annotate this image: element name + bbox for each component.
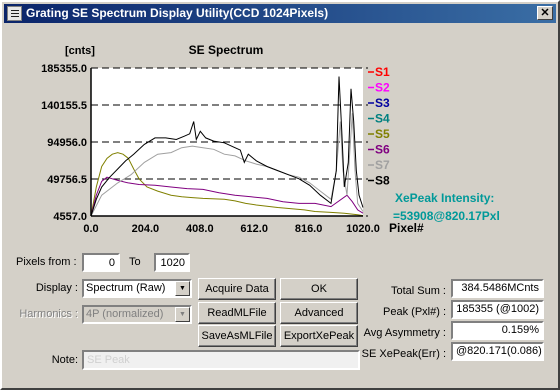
pixels-from-label: Pixels from :	[16, 256, 77, 268]
pixels-to-input[interactable]	[154, 253, 190, 272]
harmonics-select-value: 4P (normalized)	[86, 308, 164, 320]
app-icon[interactable]	[7, 6, 22, 21]
close-icon: ✕	[540, 7, 550, 19]
x-tick-label: 1020.0	[346, 223, 380, 235]
y-tick-label: 49756.5	[47, 174, 87, 186]
chevron-down-icon[interactable]: ▼	[175, 307, 190, 322]
x-tick-label: 204.0	[132, 223, 160, 235]
export-xe-peak-button[interactable]: ExportXePeak	[280, 325, 358, 347]
display-label: Display :	[35, 282, 78, 294]
pixels-to-label: To	[129, 256, 141, 268]
x-tick-label: 0.0	[83, 223, 98, 235]
total-sum-value: 384.5486MCnts	[451, 279, 544, 298]
legend-label-s6: S6	[375, 143, 390, 157]
advanced-button[interactable]: Advanced	[280, 302, 358, 324]
x-tick-label: 408.0	[186, 223, 214, 235]
note-input[interactable]	[82, 350, 360, 370]
y-tick-label: 185355.0	[41, 63, 87, 75]
legend-label-s3: S3	[375, 96, 390, 110]
legend-label-s4: S4	[375, 112, 390, 126]
se-xepeak-value: @820.171(0.086)	[451, 342, 544, 361]
se-xepeak-label: SE XePeak(Err) :	[361, 348, 446, 360]
total-sum-label: Total Sum :	[390, 285, 446, 297]
note-label: Note:	[51, 354, 78, 366]
x-tick-label: 612.0	[240, 223, 268, 235]
spectrum-chart: 185355.0 140155.5 94956.0 49756.5 4557.00.0 2…	[41, 43, 500, 235]
pixels-from-input[interactable]	[82, 253, 120, 272]
xe-peak-title: XePeak Intensity:	[395, 191, 494, 205]
legend-label-s8: S8	[375, 174, 390, 188]
x-axis-label: Pixel#	[389, 221, 424, 235]
y-axis-label: [cnts]	[65, 45, 95, 57]
title-bar[interactable]: Grating SE Spectrum Display Utility(CCD …	[4, 4, 556, 23]
y-tick-label: 4557.0	[53, 211, 87, 223]
legend-label-s1: S1	[375, 65, 390, 79]
harmonics-label: Harmonics :	[19, 308, 78, 320]
display-select[interactable]: Spectrum (Raw) ▼	[82, 279, 192, 298]
legend-label-s7: S7	[375, 158, 390, 172]
y-tick-label: 94956.0	[47, 137, 87, 149]
chevron-down-icon[interactable]: ▼	[175, 281, 190, 296]
xe-peak-value: =53908@820.17Pxl	[393, 209, 500, 223]
legend-label-s5: S5	[375, 127, 390, 141]
x-tick-label: 816.0	[295, 223, 323, 235]
y-tick-label: 140155.5	[41, 100, 87, 112]
main-window: Grating SE Spectrum Display Utility(CCD …	[0, 0, 560, 390]
peak-value: 185355 (@1002)	[451, 300, 544, 319]
harmonics-select[interactable]: 4P (normalized) ▼	[82, 305, 192, 324]
avg-asymmetry-value: 0.159%	[451, 321, 544, 340]
avg-asymmetry-label: Avg Asymmetry :	[363, 327, 446, 339]
chart-title: SE Spectrum	[189, 43, 264, 57]
save-as-ml-file-button[interactable]: SaveAsMLFile	[198, 325, 276, 347]
close-button[interactable]: ✕	[537, 6, 553, 20]
read-ml-file-button[interactable]: ReadMLFile	[198, 302, 276, 324]
legend-label-s2: S2	[375, 81, 390, 95]
ok-button[interactable]: OK	[280, 278, 358, 300]
peak-label: Peak (Pxl#) :	[383, 306, 446, 318]
window-title: Grating SE Spectrum Display Utility(CCD …	[26, 6, 329, 20]
chart-panel: 185355.0 140155.5 94956.0 49756.5 4557.0 0.0 2…	[6, 24, 556, 250]
display-select-value: Spectrum (Raw)	[86, 282, 166, 294]
acquire-data-button[interactable]: Acquire Data	[198, 278, 276, 300]
